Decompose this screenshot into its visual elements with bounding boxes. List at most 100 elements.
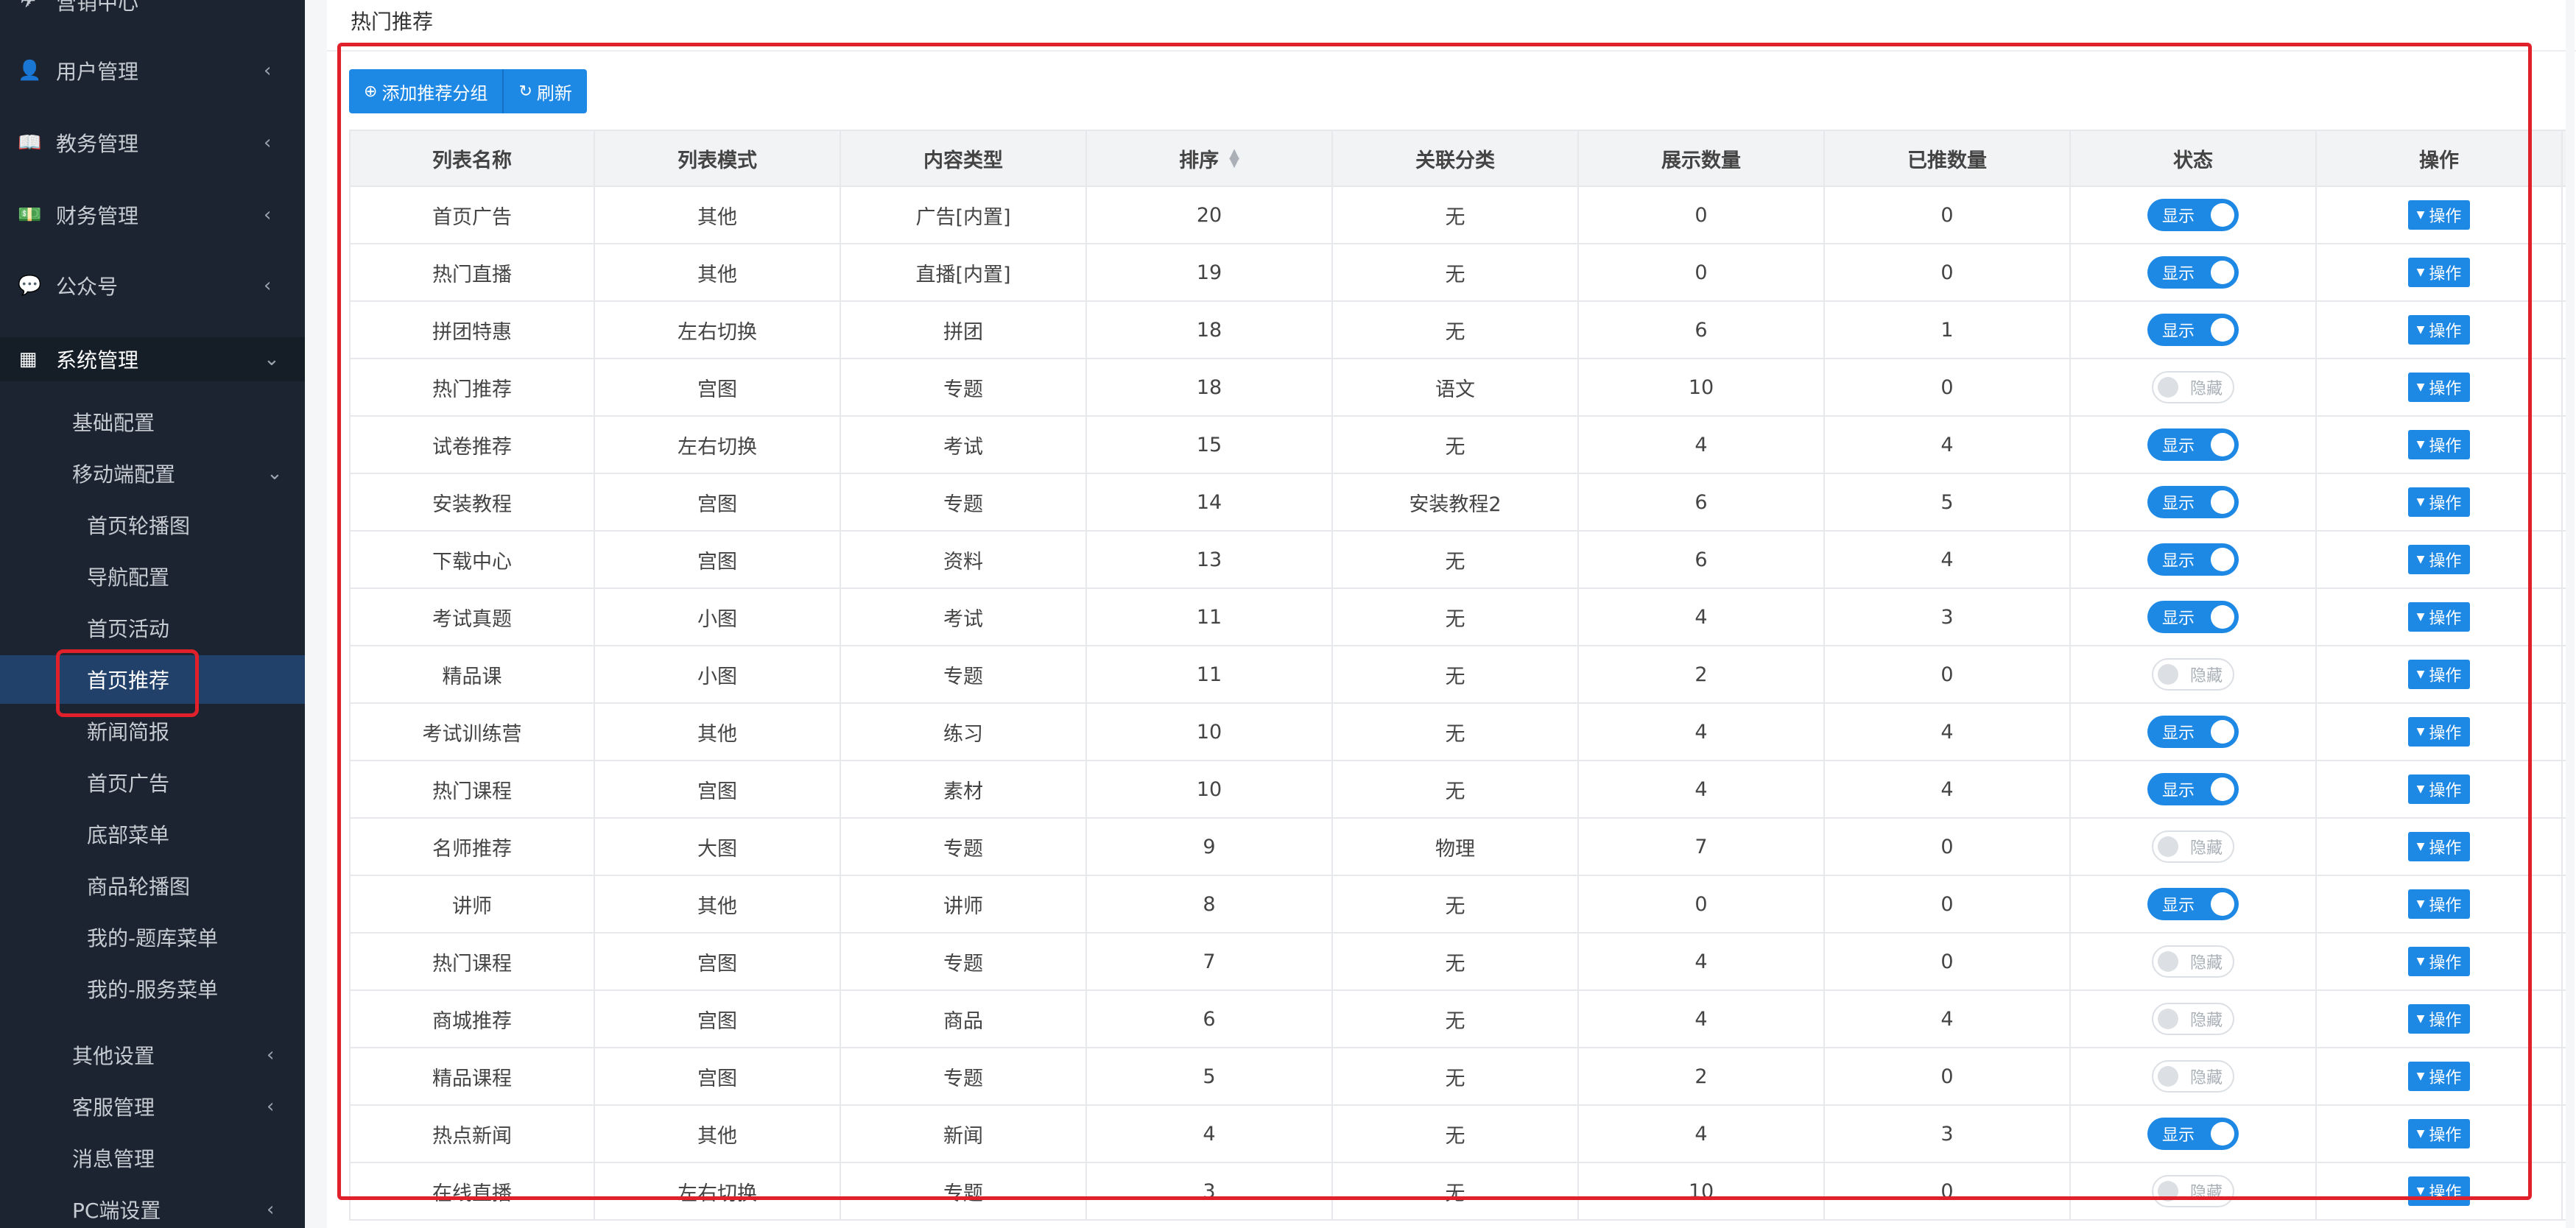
sidebar-item-product-carousel[interactable]: 商品轮播图 [0, 861, 305, 910]
operation-dropdown-button[interactable]: ▼ 操作 [2407, 487, 2471, 517]
status-toggle[interactable]: 隐藏 [2152, 1060, 2234, 1093]
cell-show-count: 4 [1579, 704, 1825, 760]
wechat-icon: 💬 [18, 275, 42, 297]
operation-dropdown-button[interactable]: ▼ 操作 [2407, 660, 2471, 689]
status-toggle[interactable]: 显示 [2147, 543, 2239, 576]
sidebar-item-pc-settings[interactable]: PC端设置 ‹ [0, 1185, 305, 1228]
table-header-row: 列表名称 列表模式 内容类型 排序 ▲ ▼ 关联分类 展示数量 已推数量 状态 操作 [349, 130, 2566, 187]
header-label: 关联分类 [1415, 149, 1495, 172]
operation-dropdown-button[interactable]: ▼ 操作 [2407, 889, 2471, 919]
table-row: 讲师 其他 讲师 8 无 0 0 显示 ▼ 操作 [349, 876, 2566, 934]
operation-dropdown-button[interactable]: ▼ 操作 [2407, 1176, 2471, 1206]
cell-list-name: 考试训练营 [349, 704, 595, 760]
status-toggle[interactable]: 隐藏 [2152, 1175, 2234, 1207]
cell-value: 热门推荐 [432, 378, 512, 401]
table-row: 考试训练营 其他 练习 10 无 4 4 显示 ▼ 操作 [349, 704, 2566, 761]
toggle-knob [2211, 720, 2234, 744]
cell-value: 0 [1940, 203, 1954, 227]
cell-list-name: 热门直播 [349, 244, 595, 300]
menu-user[interactable]: 👤 用户管理 ‹ [0, 49, 305, 93]
status-toggle[interactable]: 隐藏 [2152, 945, 2234, 978]
cell-sort: 11 [1087, 646, 1333, 702]
operation-dropdown-button[interactable]: ▼ 操作 [2407, 832, 2471, 861]
header-sort[interactable]: 排序 ▲ ▼ [1087, 131, 1333, 186]
status-toggle[interactable]: 隐藏 [2152, 1003, 2234, 1035]
cell-value: 无 [1445, 1182, 1465, 1205]
status-toggle[interactable]: 显示 [2147, 716, 2239, 748]
status-toggle[interactable]: 显示 [2147, 888, 2239, 920]
caret-down-icon: ▼ [2416, 726, 2425, 738]
table-row: 精品课程 宫图 专题 5 无 2 0 隐藏 ▼ 操作 [349, 1048, 2566, 1106]
status-toggle[interactable]: 隐藏 [2152, 830, 2234, 863]
cell-value: 6 [1695, 490, 1708, 514]
operation-dropdown-button[interactable]: ▼ 操作 [2407, 373, 2471, 402]
sidebar-item-basic-config[interactable]: 基础配置 [0, 398, 305, 446]
refresh-button[interactable]: ↻ 刷新 [504, 69, 587, 113]
operation-dropdown-button[interactable]: ▼ 操作 [2407, 774, 2471, 804]
operation-dropdown-button[interactable]: ▼ 操作 [2407, 602, 2471, 632]
operation-dropdown-button[interactable]: ▼ 操作 [2407, 200, 2471, 230]
sidebar-item-bottom-menu[interactable]: 底部菜单 [0, 810, 305, 858]
sidebar-item-message-manage[interactable]: 消息管理 [0, 1134, 305, 1182]
cell-value: 安装教程2 [1409, 493, 1502, 516]
plus-circle-icon: ⊕ [364, 82, 378, 101]
cell-list-mode: 小图 [595, 589, 841, 645]
sidebar-item-label: 我的-题库菜单 [87, 926, 219, 950]
status-toggle[interactable]: 显示 [2147, 314, 2239, 346]
toggle-knob [2211, 203, 2234, 227]
operation-dropdown-button[interactable]: ▼ 操作 [2407, 1062, 2471, 1091]
sidebar-item-home-ad[interactable]: 首页广告 [0, 758, 305, 807]
sort-icon[interactable]: ▲ ▼ [1229, 147, 1239, 169]
status-toggle[interactable]: 显示 [2147, 428, 2239, 461]
status-toggle-label: 隐藏 [2190, 667, 2223, 685]
cell-category: 无 [1333, 934, 1579, 989]
operation-dropdown-button[interactable]: ▼ 操作 [2407, 315, 2471, 345]
status-toggle-label: 隐藏 [2190, 839, 2223, 858]
cell-value: 资料 [943, 550, 983, 574]
sidebar-item-my-question-menu[interactable]: 我的-题库菜单 [0, 913, 305, 961]
operation-dropdown-button[interactable]: ▼ 操作 [2407, 1004, 2471, 1034]
operation-dropdown-button[interactable]: ▼ 操作 [2407, 947, 2471, 976]
sidebar-item-mobile-config[interactable]: 移动端配置 ⌄ [0, 449, 305, 498]
sidebar-item-nav-config[interactable]: 导航配置 [0, 552, 305, 601]
header-label: 排序 [1179, 149, 1220, 172]
cell-value: 无 [1445, 894, 1465, 918]
add-group-button[interactable]: ⊕ 添加推荐分组 [349, 69, 504, 113]
chevron-down-icon: ⌄ [264, 348, 280, 370]
operation-dropdown-button[interactable]: ▼ 操作 [2407, 717, 2471, 747]
sidebar-item-customer-service[interactable]: 客服管理 ‹ [0, 1082, 305, 1131]
cell-category: 无 [1333, 1163, 1579, 1219]
page-scrollbar[interactable] [2566, 0, 2575, 1228]
status-toggle[interactable]: 显示 [2147, 773, 2239, 805]
menu-wechat[interactable]: 💬 公众号 ‹ [0, 264, 305, 308]
toggle-knob [2211, 433, 2234, 456]
menu-book[interactable]: 📖 教务管理 ‹ [0, 121, 305, 165]
status-toggle[interactable]: 隐藏 [2152, 658, 2234, 691]
status-toggle[interactable]: 隐藏 [2152, 371, 2234, 403]
menu-grid[interactable]: ▦ 系统管理 ⌄ [0, 337, 305, 381]
sidebar-item-home-carousel[interactable]: 首页轮播图 [0, 501, 305, 549]
status-toggle[interactable]: 显示 [2147, 601, 2239, 633]
status-toggle[interactable]: 显示 [2147, 256, 2239, 289]
operation-dropdown-button[interactable]: ▼ 操作 [2407, 1119, 2471, 1148]
menu-marketing-center[interactable]: ✈ 营销中心 [0, 0, 305, 24]
status-toggle[interactable]: 显示 [2147, 199, 2239, 231]
sidebar-item-home-activity[interactable]: 首页活动 [0, 604, 305, 652]
add-group-label: 添加推荐分组 [381, 82, 488, 104]
status-toggle[interactable]: 显示 [2147, 486, 2239, 518]
sidebar-item-my-service-menu[interactable]: 我的-服务菜单 [0, 964, 305, 1013]
cell-content-type: 拼团 [841, 302, 1087, 358]
operation-label: 操作 [2429, 437, 2462, 456]
cell-actions: ▼ 操作 [2317, 302, 2563, 358]
cell-value: 宫图 [697, 1009, 737, 1033]
operation-dropdown-button[interactable]: ▼ 操作 [2407, 430, 2471, 459]
main-area: 热门推荐 ⊕ 添加推荐分组 ↻ 刷新 列表名称 列表模式 内容类型 排序 ▲ ▼ 关… [305, 0, 2576, 1228]
operation-dropdown-button[interactable]: ▼ 操作 [2407, 545, 2471, 574]
operation-dropdown-button[interactable]: ▼ 操作 [2407, 258, 2471, 287]
cell-value: 无 [1445, 1067, 1465, 1090]
status-toggle-label: 显示 [2162, 724, 2195, 743]
menu-money[interactable]: 💵 财务管理 ‹ [0, 193, 305, 237]
sidebar-item-other-settings[interactable]: 其他设置 ‹ [0, 1031, 305, 1079]
cell-value: 18 [1196, 318, 1222, 342]
status-toggle[interactable]: 显示 [2147, 1118, 2239, 1150]
